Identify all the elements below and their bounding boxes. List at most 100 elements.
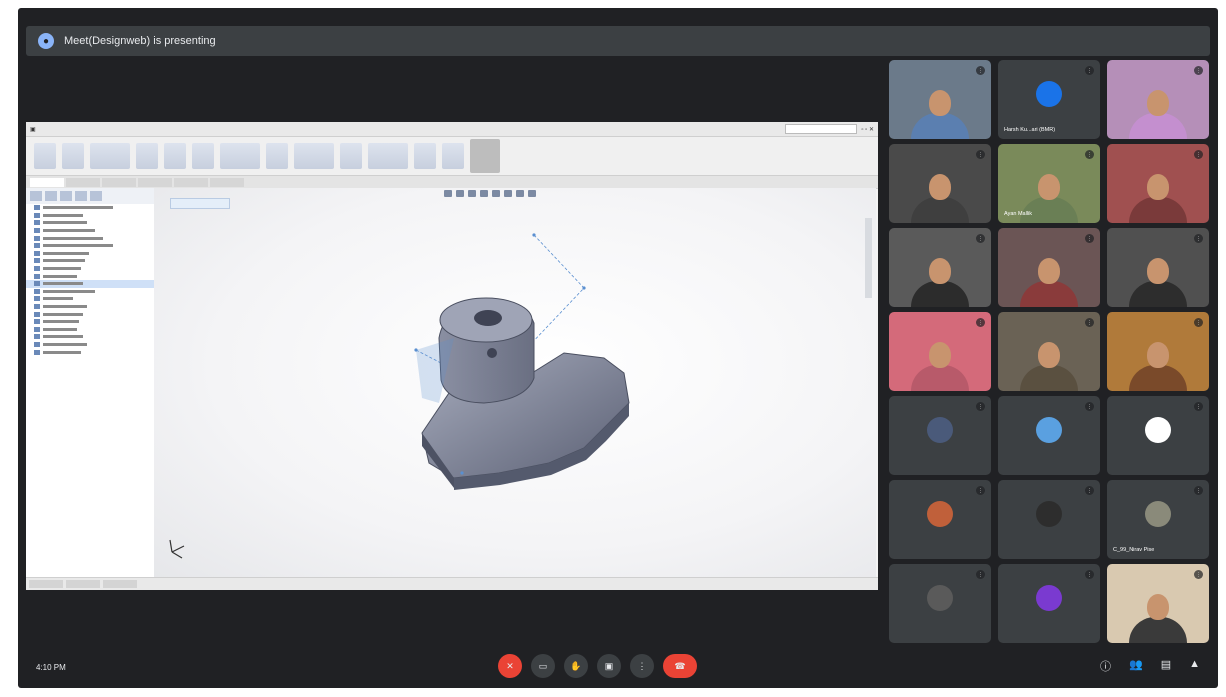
participant-tile[interactable]: ⋮: [998, 396, 1100, 475]
tile-menu-icon[interactable]: ⋮: [976, 402, 985, 411]
more-icon[interactable]: ⋮: [630, 654, 654, 678]
tile-menu-icon[interactable]: ⋮: [1085, 234, 1094, 243]
participant-tile[interactable]: ⋮: [1107, 228, 1209, 307]
status-tab[interactable]: [103, 580, 137, 588]
tile-menu-icon[interactable]: ⋮: [1194, 402, 1203, 411]
participant-tile[interactable]: ⋮: [889, 396, 991, 475]
ribbon-button[interactable]: [294, 143, 334, 169]
participant-tile[interactable]: ⋮: [889, 480, 991, 559]
tree-item[interactable]: [26, 219, 154, 227]
ribbon-button[interactable]: [192, 143, 214, 169]
ribbon-button[interactable]: [164, 143, 186, 169]
tree-tab[interactable]: [75, 191, 87, 201]
tile-menu-icon[interactable]: ⋮: [1194, 150, 1203, 159]
present-icon[interactable]: ▣: [597, 654, 621, 678]
tree-item[interactable]: [26, 295, 154, 303]
tree-tab[interactable]: [45, 191, 57, 201]
tree-item[interactable]: [26, 288, 154, 296]
ribbon-button[interactable]: [266, 143, 288, 169]
status-tab[interactable]: [29, 580, 63, 588]
ribbon-button[interactable]: [340, 143, 362, 169]
participant-tile[interactable]: ⋮: [998, 480, 1100, 559]
tree-item[interactable]: [26, 333, 154, 341]
participant-tile[interactable]: ⋮ Ayan Mallik: [998, 144, 1100, 223]
tile-menu-icon[interactable]: ⋮: [1085, 66, 1094, 75]
tree-item[interactable]: [26, 310, 154, 318]
tile-menu-icon[interactable]: ⋮: [976, 318, 985, 327]
participant-tile[interactable]: ⋮: [998, 564, 1100, 643]
tile-menu-icon[interactable]: ⋮: [1085, 318, 1094, 327]
tile-menu-icon[interactable]: ⋮: [1194, 234, 1203, 243]
tree-item[interactable]: [26, 348, 154, 356]
tile-menu-icon[interactable]: ⋮: [1085, 486, 1094, 495]
tree-tab[interactable]: [90, 191, 102, 201]
tree-item[interactable]: [26, 204, 154, 212]
participant-tile[interactable]: ⋮: [998, 228, 1100, 307]
ribbon-button[interactable]: [220, 143, 260, 169]
tile-menu-icon[interactable]: ⋮: [1194, 570, 1203, 579]
chat-icon[interactable]: ▤: [1161, 658, 1171, 674]
ribbon-button[interactable]: [442, 143, 464, 169]
participant-tile[interactable]: ⋮: [1107, 564, 1209, 643]
tile-menu-icon[interactable]: ⋮: [976, 234, 985, 243]
ribbon-button[interactable]: [90, 143, 130, 169]
ribbon-button[interactable]: [34, 143, 56, 169]
participant-tile[interactable]: ⋮: [889, 228, 991, 307]
tree-item[interactable]: [26, 272, 154, 280]
tree-tab[interactable]: [30, 191, 42, 201]
participant-tile[interactable]: ⋮: [889, 60, 991, 139]
participant-tile[interactable]: ⋮: [889, 564, 991, 643]
participant-tile[interactable]: ⋮: [1107, 396, 1209, 475]
tile-menu-icon[interactable]: ⋮: [976, 486, 985, 495]
activities-icon[interactable]: ▲: [1189, 658, 1200, 674]
tree-item[interactable]: [26, 318, 154, 326]
tile-menu-icon[interactable]: ⋮: [1194, 486, 1203, 495]
participant-tile[interactable]: ⋮: [1107, 144, 1209, 223]
tree-item[interactable]: [26, 234, 154, 242]
participant-tile[interactable]: ⋮ C_99_Nirav Pise: [1107, 480, 1209, 559]
end-call-icon[interactable]: ☎: [663, 654, 697, 678]
tile-menu-icon[interactable]: ⋮: [1085, 402, 1094, 411]
participant-tile[interactable]: ⋮: [1107, 60, 1209, 139]
tree-item[interactable]: [26, 242, 154, 250]
tree-item[interactable]: [26, 279, 154, 288]
status-tab[interactable]: [66, 580, 100, 588]
participant-tile[interactable]: ⋮: [889, 144, 991, 223]
ribbon-button[interactable]: [62, 143, 84, 169]
solidworks-search[interactable]: [785, 124, 858, 134]
tile-menu-icon[interactable]: ⋮: [1194, 66, 1203, 75]
3d-viewport[interactable]: [154, 188, 876, 578]
tree-item[interactable]: [26, 227, 154, 235]
participant-tile[interactable]: ⋮ Harsh Ku...ari (BMR): [998, 60, 1100, 139]
participant-tile[interactable]: ⋮: [998, 312, 1100, 391]
captions-icon[interactable]: ▭: [531, 654, 555, 678]
ribbon-button[interactable]: [368, 143, 408, 169]
tree-item[interactable]: [26, 303, 154, 311]
ribbon-button[interactable]: [136, 143, 158, 169]
tree-item[interactable]: [26, 250, 154, 258]
tile-menu-icon[interactable]: ⋮: [1085, 150, 1094, 159]
tile-menu-icon[interactable]: ⋮: [1194, 318, 1203, 327]
tree-tab[interactable]: [60, 191, 72, 201]
tile-menu-icon[interactable]: ⋮: [976, 150, 985, 159]
participant-tile[interactable]: ⋮: [889, 312, 991, 391]
ribbon-button-selected[interactable]: [470, 139, 500, 173]
tile-menu-icon[interactable]: ⋮: [976, 66, 985, 75]
tree-item[interactable]: [26, 326, 154, 334]
people-icon[interactable]: 👥: [1129, 658, 1143, 674]
tile-menu-icon[interactable]: ⋮: [1085, 570, 1094, 579]
tree-item[interactable]: [26, 341, 154, 349]
tree-item[interactable]: [26, 257, 154, 265]
solidworks-tab[interactable]: [102, 177, 136, 187]
solidworks-tab[interactable]: [30, 177, 64, 187]
solidworks-tab[interactable]: [138, 177, 172, 187]
tile-menu-icon[interactable]: ⋮: [976, 570, 985, 579]
participant-tile[interactable]: ⋮: [1107, 312, 1209, 391]
mic-off-icon[interactable]: ✕: [498, 654, 522, 678]
solidworks-tab[interactable]: [174, 177, 208, 187]
solidworks-tab[interactable]: [66, 177, 100, 187]
solidworks-tab[interactable]: [210, 177, 244, 187]
hand-icon[interactable]: ✋: [564, 654, 588, 678]
ribbon-button[interactable]: [414, 143, 436, 169]
info-icon[interactable]: ⓘ: [1100, 658, 1111, 674]
